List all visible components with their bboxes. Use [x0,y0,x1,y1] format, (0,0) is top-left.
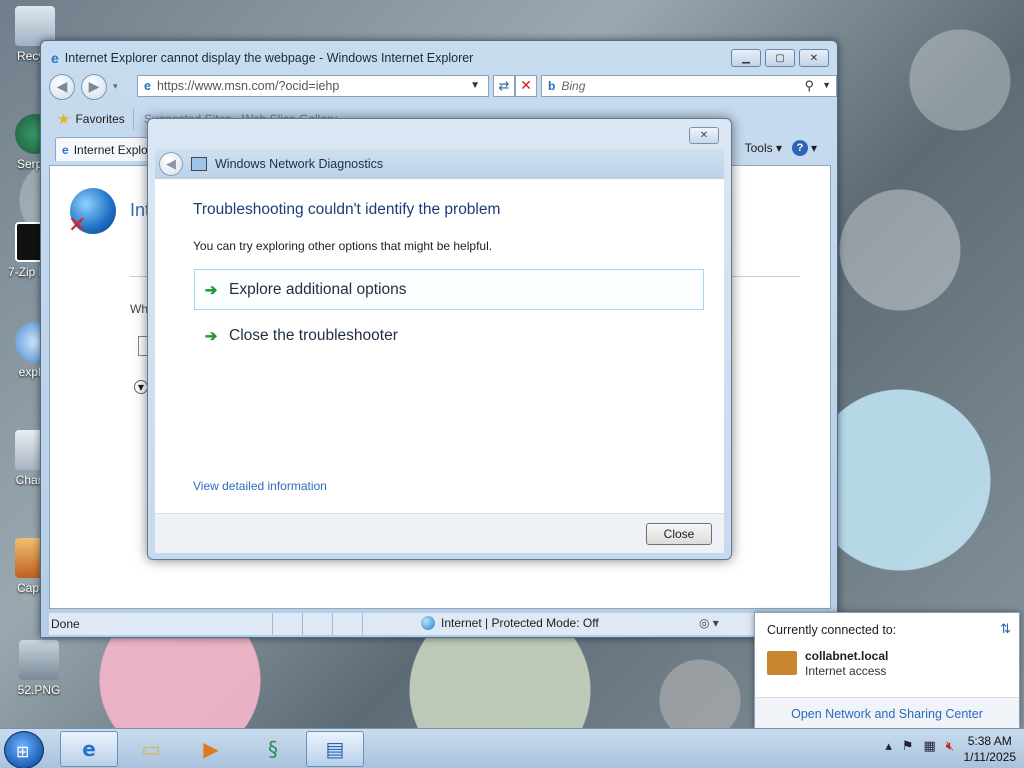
volume-muted-icon[interactable]: 🔇︎ [946,739,954,754]
network-diagnostics-taskbar-icon: ▤ [325,737,345,761]
favorites-button[interactable]: ★ Favorites [49,108,134,130]
page-icon: e [144,79,151,93]
taskbar-file-explorer[interactable]: ▭ [122,731,180,767]
more-info-expand-icon[interactable]: ▼ [134,380,148,394]
flyout-footer: Open Network and Sharing Center [755,697,1019,729]
explore-additional-options-link[interactable]: ➔ Explore additional options [194,269,704,310]
taskbar-media-player[interactable]: ▶ [182,731,240,767]
internet-zone-icon [421,616,435,630]
network-access: Internet access [805,664,887,678]
option-label: Explore additional options [229,280,407,298]
taskbar-internet-explorer[interactable]: e [60,731,118,767]
security-zone-text: Internet | Protected Mode: Off [441,616,599,630]
favorites-label: Favorites [75,112,125,126]
status-done: Done [49,613,273,635]
help-icon: ? [791,140,808,156]
dialog-subtitle: You can try exploring other options that… [193,239,493,253]
status-bar: Done Internet | Protected Mode: Off ◎ ▾ [49,613,829,635]
star-icon: ★ [57,111,71,128]
stop-button[interactable]: ✕ [515,75,537,97]
image-file-icon [19,640,59,680]
ie-icon: e [82,737,96,761]
close-button[interactable]: Close [646,523,712,545]
open-network-sharing-center-link[interactable]: Open Network and Sharing Center [791,707,983,721]
search-dropdown-icon[interactable]: ▼ [822,80,831,90]
status-cell [303,613,333,635]
show-hidden-icons-icon[interactable]: ▴ [885,739,892,754]
option-label: Close the troubleshooter [229,326,398,344]
windows-logo-icon: ⊞ [16,742,30,761]
address-bar[interactable]: e https://www.msn.com/?ocid=iehp ▼ [137,75,489,97]
clock[interactable]: 5:38 AM 1/11/2025 [964,733,1017,765]
close-button[interactable]: ✕ [799,49,829,67]
back-arrow-icon[interactable]: ◀ [159,152,183,176]
help-menu[interactable]: ? ▾ [791,140,817,156]
close-troubleshooter-link[interactable]: ➔ Close the troubleshooter [194,315,704,356]
taskbar: ⊞ e ▭ ▶ § ▤ ▴ ⚑ ▦ 🔇︎ 5:38 AM 1/11/2025 [0,728,1024,768]
network-diagnostics-dialog: ✕ ◀ Windows Network Diagnostics Troubles… [147,118,732,560]
serper-taskbar-icon: § [268,737,278,761]
status-cell [273,613,303,635]
ie-logo-icon: e [51,50,59,66]
network-name: collabnet.local [805,649,889,663]
dialog-footer: Close [155,513,724,553]
navigation-bar: ◀ ▶ ▾ e https://www.msn.com/?ocid=iehp ▼… [49,73,837,101]
dialog-close-button[interactable]: ✕ [689,127,719,144]
ie-window-controls: ▁ ▢ ✕ [731,49,829,67]
taskbar-serper[interactable]: § [244,731,302,767]
taskbar-network-diagnostics[interactable]: ▤ [306,731,364,767]
ie-error-text: Wh [130,302,148,316]
dialog-header: ◀ Windows Network Diagnostics [155,149,724,179]
status-cell [333,613,363,635]
desktop-icon-label: 52.PNG [17,683,61,697]
clock-date: 1/11/2025 [963,750,1017,764]
action-center-flag-icon[interactable]: ⚑ [902,739,914,754]
ie-title-bar: e Internet Explorer cannot display the w… [51,50,473,66]
tools-label: Tools [744,141,773,155]
forward-button[interactable]: ▶ [81,74,107,100]
zoom-control[interactable]: ◎ ▾ [699,616,719,630]
system-tray: ▴ ⚑ ▦ 🔇︎ [885,739,954,754]
globe-error-icon: ✕ [68,188,116,238]
dialog-title: Troubleshooting couldn't identify the pr… [193,201,501,218]
minimize-button[interactable]: ▁ [731,49,761,67]
clock-time: 5:38 AM [967,734,1012,748]
tab-label: Internet Explo [73,142,148,157]
network-flyout: Currently connected to: ⇅ collabnet.loca… [754,612,1020,729]
network-diagnostics-icon [191,157,207,171]
network-tray-icon[interactable]: ▦ [924,739,936,754]
security-zone[interactable]: Internet | Protected Mode: Off [421,616,599,630]
command-bar: Tools ▾ ? ▾ [745,140,817,156]
ie-window-title: Internet Explorer cannot display the web… [64,51,474,65]
address-dropdown-icon[interactable]: ▼ [470,80,480,91]
recent-pages-dropdown-icon[interactable]: ▾ [113,82,118,92]
back-button[interactable]: ◀ [49,74,75,100]
folder-icon: ▭ [141,737,161,761]
flyout-heading: Currently connected to: [767,623,897,637]
media-player-icon: ▶ [203,737,219,761]
green-arrow-icon: ➔ [204,281,218,299]
search-placeholder: Bing [561,79,586,93]
dialog-body: Troubleshooting couldn't identify the pr… [155,179,724,513]
refresh-button[interactable]: ⇄ [493,75,515,97]
refresh-connections-icon[interactable]: ⇅ [1000,621,1011,637]
dialog-header-title: Windows Network Diagnostics [215,157,384,171]
view-detailed-information-link[interactable]: View detailed information [193,479,327,493]
search-box[interactable]: b Bing ⚲ ▼ [541,75,837,97]
bing-icon: b [548,79,556,93]
green-arrow-icon: ➔ [204,327,218,345]
desktop-icon-52png[interactable]: 52.PNG [4,640,74,697]
maximize-button[interactable]: ▢ [765,49,795,67]
search-icon[interactable]: ⚲ [804,78,814,94]
network-bench-icon [767,651,797,675]
tab-page-icon: e [62,142,69,157]
tools-menu[interactable]: Tools ▾ [745,141,782,155]
start-button[interactable]: ⊞ [4,731,44,768]
address-text: https://www.msn.com/?ocid=iehp [156,79,340,93]
